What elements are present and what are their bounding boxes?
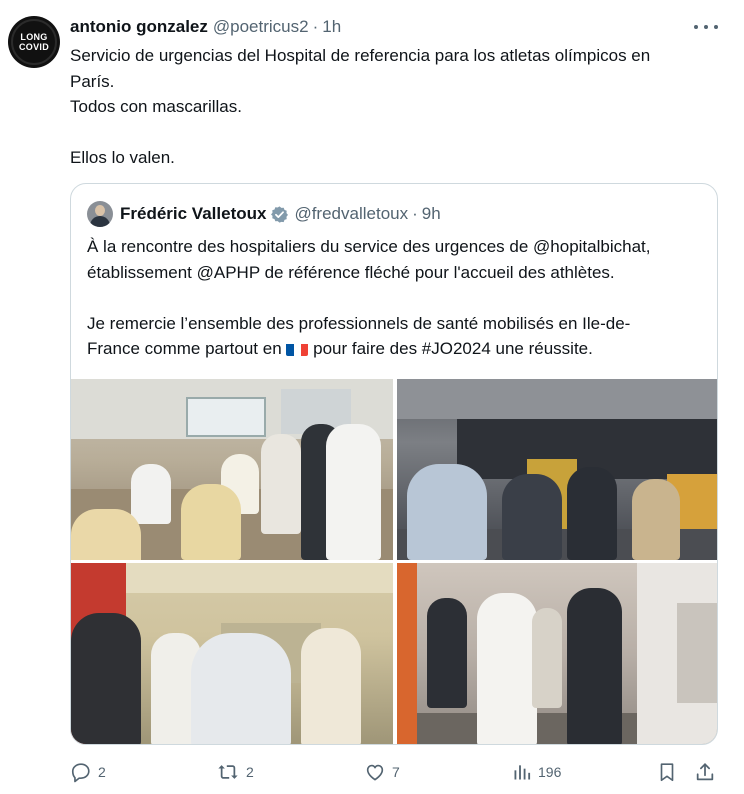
tweet[interactable]: LONG COVID antonio gonzalez @poetricus2 … — [0, 0, 744, 794]
avatar-logo-text-bottom: COVID — [18, 41, 49, 52]
photo-3[interactable] — [71, 563, 393, 744]
author-handle[interactable]: @poetricus2 — [213, 17, 309, 37]
view-count: 196 — [538, 764, 562, 780]
retweet-button[interactable]: 2 — [216, 756, 254, 788]
avatar-logo-text-top: LONG — [20, 31, 48, 42]
quoted-tweet-time[interactable]: 9h — [422, 204, 441, 224]
tweet-text-line: Todos con mascarillas. — [70, 97, 242, 116]
like-count: 7 — [392, 764, 400, 780]
france-flag-icon — [286, 341, 309, 356]
quoted-text-line: établissement @APHP de référence fléché … — [87, 262, 615, 282]
quoted-tweet-header: Frédéric Valletoux @fredvalletoux · 9h — [87, 201, 441, 227]
bookmark-icon — [660, 763, 674, 782]
reply-icon — [71, 763, 90, 783]
tweet-text-blank-line — [70, 120, 720, 146]
tweet-text-line: Servicio de urgencias del Hospital de re… — [70, 46, 651, 65]
photo-grid — [71, 379, 717, 744]
photo-2[interactable] — [397, 379, 717, 560]
share-icon — [696, 763, 714, 781]
quoted-text-line-with-flag: France comme partout en pour faire des #… — [87, 336, 707, 362]
verified-badge-icon — [271, 205, 289, 223]
reply-button[interactable]: 2 — [70, 756, 106, 788]
tweet-action-bar: 2 2 7 196 — [0, 756, 744, 788]
share-button[interactable] — [694, 756, 716, 788]
separator-dot: · — [312, 17, 319, 36]
views-chart-icon — [514, 765, 531, 780]
heart-icon — [366, 764, 384, 781]
quoted-text-line: Je remercie l’ensemble des professionnel… — [87, 313, 631, 333]
retweet-count: 2 — [246, 764, 254, 780]
separator-dot: · — [412, 204, 418, 223]
quoted-author-handle[interactable]: @fredvalletoux — [294, 204, 408, 224]
reply-count: 2 — [98, 764, 106, 780]
retweet-icon — [218, 765, 238, 779]
quoted-tweet-text: À la rencontre des hospitaliers du servi… — [87, 234, 707, 362]
quoted-author-name[interactable]: Frédéric Valletoux — [120, 204, 266, 224]
author-avatar[interactable]: LONG COVID — [8, 16, 60, 68]
tweet-time[interactable]: 1h — [322, 17, 341, 37]
quoted-text-segment: France comme partout en — [87, 339, 282, 358]
quoted-text-segment: pour faire des #JO2024 une réussite. — [313, 339, 593, 358]
quoted-text-line: À la rencontre des hospitaliers du servi… — [87, 237, 651, 256]
author-name[interactable]: antonio gonzalez — [70, 17, 208, 37]
more-options-icon[interactable] — [694, 17, 718, 37]
bookmark-button[interactable] — [656, 756, 678, 788]
quoted-tweet[interactable]: Frédéric Valletoux @fredvalletoux · 9h À… — [70, 183, 718, 745]
photo-4[interactable] — [397, 563, 717, 744]
views-button[interactable]: 196 — [512, 756, 561, 788]
like-button[interactable]: 7 — [364, 756, 400, 788]
tweet-text-line: París. — [70, 71, 115, 91]
tweet-header: antonio gonzalez @poetricus2 · 1h — [70, 16, 341, 38]
quoted-text-blank-line — [87, 285, 707, 311]
quoted-author-avatar[interactable] — [87, 201, 113, 227]
photo-1[interactable] — [71, 379, 393, 560]
tweet-text-line: Ellos lo valen. — [70, 148, 175, 167]
tweet-text: Servicio de urgencias del Hospital de re… — [70, 43, 720, 171]
